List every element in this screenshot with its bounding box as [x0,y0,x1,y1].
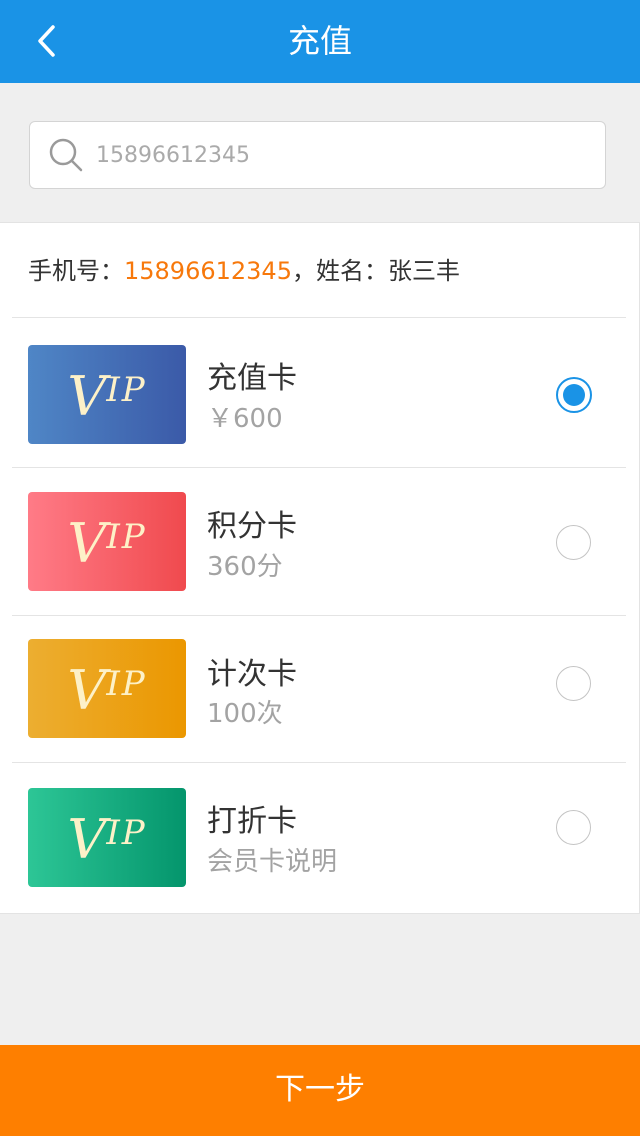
vip-card-image: VIP [28,788,186,887]
radio-unselected[interactable] [556,666,591,701]
card-name: 打折卡 [207,804,297,839]
phone-label: 手机号： [28,257,124,285]
vip-card-image: VIP [28,492,186,591]
vip-logo: VIP [67,512,147,575]
vip-logo: VIP [67,808,147,871]
card-name: 计次卡 [207,657,297,692]
search-box[interactable] [29,121,606,189]
page-title: 充值 [287,22,352,60]
top-bar: 充值 [0,0,640,83]
vip-logo: VIP [67,659,147,722]
member-panel: 手机号：15896612345，姓名：张三丰 VIP 充值卡 ￥600 VIP … [0,222,640,914]
card-name: 积分卡 [207,509,297,544]
card-name: 充值卡 [207,361,297,396]
card-detail: 会员卡说明 [207,847,338,877]
member-name: 张三丰 [387,257,460,285]
radio-unselected[interactable] [556,810,591,845]
user-info: 手机号：15896612345，姓名：张三丰 [28,223,460,317]
name-label: ，姓名： [291,257,388,285]
radio-selected[interactable] [556,377,592,413]
search-icon [49,138,83,172]
card-option-recharge[interactable]: VIP 充值卡 ￥600 [0,318,639,465]
card-detail: ￥600 [207,404,283,434]
card-detail: 360分 [207,552,283,582]
card-detail: 100次 [207,699,283,729]
card-option-discount[interactable]: VIP 打折卡 会员卡说明 [0,763,639,910]
card-option-points[interactable]: VIP 积分卡 360分 [0,468,639,615]
card-option-count[interactable]: VIP 计次卡 100次 [0,616,639,763]
vip-card-image: VIP [28,639,186,738]
vip-logo: VIP [67,365,147,428]
next-step-button[interactable]: 下一步 [0,1045,640,1136]
search-input[interactable] [96,122,586,188]
phone-number: 15896612345 [124,257,292,285]
vip-card-image: VIP [28,345,186,444]
radio-unselected[interactable] [556,525,591,560]
